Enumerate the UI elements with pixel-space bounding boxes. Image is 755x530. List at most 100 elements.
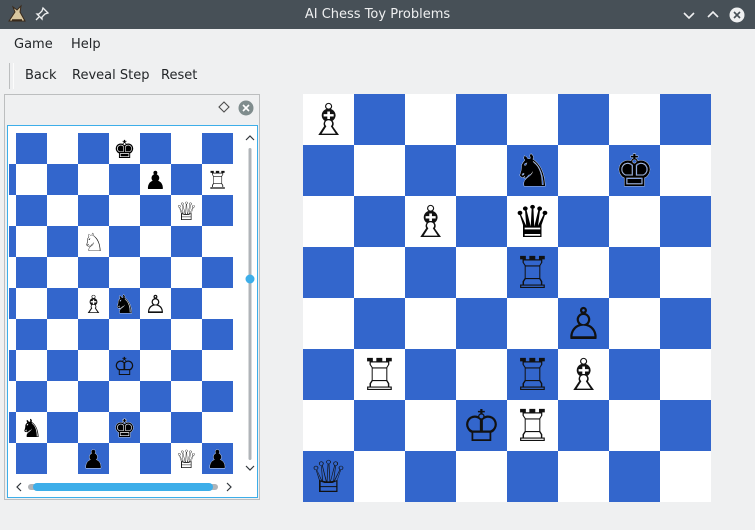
white-bishop-piece[interactable]: ♗ <box>411 197 450 248</box>
black-knight-piece[interactable]: ♞ <box>113 290 136 320</box>
black-king-piece[interactable]: ♚ <box>614 146 654 198</box>
board-square[interactable] <box>456 94 507 145</box>
board-square[interactable] <box>405 400 456 451</box>
board-square[interactable] <box>609 196 660 247</box>
white-rook-piece[interactable]: ♖ <box>9 352 12 381</box>
mini-board[interactable]: ♜ ♚ ♟ ♖ ♕ ♘ ♗ ♞ ♙ ♖ ♔ ♞ ♚ ♟ ♕ ♟ <box>9 133 233 477</box>
board-square[interactable] <box>354 298 405 349</box>
minimize-icon[interactable] <box>681 7 697 23</box>
board-square[interactable] <box>660 349 711 400</box>
back-button[interactable]: Back <box>19 60 63 92</box>
white-rook-piece[interactable]: ♖ <box>513 401 552 452</box>
menu-game[interactable]: Game <box>7 29 60 60</box>
pin-icon[interactable] <box>34 6 50 22</box>
mini-board-square <box>9 288 16 319</box>
board-square[interactable] <box>609 451 660 502</box>
board-square[interactable] <box>354 247 405 298</box>
history-view[interactable]: ♜ ♚ ♟ ♖ ♕ ♘ ♗ ♞ ♙ ♖ ♔ ♞ ♚ ♟ ♕ ♟ <box>7 125 258 498</box>
board-square[interactable] <box>303 400 354 451</box>
black-rook-piece[interactable]: ♜ <box>9 135 12 165</box>
board-square[interactable] <box>303 349 354 400</box>
board-square[interactable] <box>456 451 507 502</box>
board-square[interactable] <box>660 94 711 145</box>
white-king-piece[interactable]: ♔ <box>462 401 501 452</box>
board-square[interactable] <box>354 451 405 502</box>
white-rook-piece[interactable]: ♖ <box>360 350 399 401</box>
black-pawn-piece[interactable]: ♟ <box>82 445 105 475</box>
board-square[interactable] <box>609 94 660 145</box>
board-square[interactable] <box>660 145 711 196</box>
board-square[interactable] <box>405 349 456 400</box>
white-bishop-piece[interactable]: ♗ <box>82 290 104 319</box>
close-window-icon[interactable] <box>729 7 745 23</box>
board-square[interactable] <box>456 145 507 196</box>
board-square[interactable] <box>354 94 405 145</box>
horizontal-scrollbar[interactable] <box>8 479 243 495</box>
board-square[interactable] <box>354 196 405 247</box>
black-pawn-piece[interactable]: ♟ <box>144 166 167 196</box>
board-square[interactable] <box>456 247 507 298</box>
board-square[interactable] <box>405 94 456 145</box>
board-square[interactable] <box>660 298 711 349</box>
main-chess-board[interactable]: ♗♞ ♚♗ ♛♖♙♖ ♖ ♗♔ ♖♕ <box>303 94 711 502</box>
board-square[interactable] <box>609 349 660 400</box>
black-knight-piece[interactable]: ♞ <box>512 146 552 198</box>
board-square[interactable] <box>660 400 711 451</box>
board-square[interactable] <box>558 94 609 145</box>
white-rook-piece[interactable]: ♖ <box>513 350 552 401</box>
board-square[interactable] <box>456 196 507 247</box>
menu-help[interactable]: Help <box>64 29 108 60</box>
board-square[interactable] <box>303 298 354 349</box>
white-queen-piece[interactable]: ♕ <box>175 197 197 226</box>
white-queen-piece[interactable]: ♕ <box>309 452 348 502</box>
close-dock-icon[interactable] <box>238 100 254 116</box>
board-square[interactable] <box>558 400 609 451</box>
board-square[interactable] <box>405 298 456 349</box>
board-square[interactable] <box>303 145 354 196</box>
board-square[interactable] <box>507 298 558 349</box>
black-pawn-piece[interactable]: ♟ <box>206 445 229 475</box>
vertical-scrollbar[interactable] <box>243 126 257 478</box>
board-square[interactable] <box>354 145 405 196</box>
white-rook-piece[interactable]: ♖ <box>206 166 228 195</box>
board-square[interactable] <box>405 451 456 502</box>
board-square[interactable] <box>456 349 507 400</box>
board-square[interactable] <box>405 145 456 196</box>
app-icon[interactable] <box>6 4 28 24</box>
board-square[interactable] <box>303 196 354 247</box>
toolbar-grip[interactable] <box>9 63 14 89</box>
white-bishop-piece[interactable]: ♗ <box>564 350 603 401</box>
board-square[interactable] <box>507 451 558 502</box>
white-rook-piece[interactable]: ♖ <box>513 248 552 299</box>
board-square[interactable] <box>609 400 660 451</box>
board-square[interactable] <box>354 400 405 451</box>
reset-button[interactable]: Reset <box>155 60 203 92</box>
board-square[interactable] <box>507 94 558 145</box>
black-knight-piece[interactable]: ♞ <box>20 414 43 444</box>
board-square[interactable] <box>456 298 507 349</box>
board-square[interactable] <box>558 451 609 502</box>
board-square[interactable] <box>558 196 609 247</box>
white-pawn-piece[interactable]: ♙ <box>144 290 166 319</box>
white-queen-piece[interactable]: ♕ <box>175 445 197 474</box>
white-king-piece[interactable]: ♔ <box>113 352 135 381</box>
white-bishop-piece[interactable]: ♗ <box>309 95 348 146</box>
board-square[interactable] <box>660 451 711 502</box>
board-square[interactable] <box>609 247 660 298</box>
mini-board-square <box>140 350 171 381</box>
black-king-piece[interactable]: ♚ <box>113 414 136 444</box>
white-pawn-piece[interactable]: ♙ <box>564 299 603 350</box>
float-dock-icon[interactable] <box>218 101 230 113</box>
board-square[interactable] <box>660 247 711 298</box>
board-square[interactable] <box>558 145 609 196</box>
white-knight-piece[interactable]: ♘ <box>82 228 104 257</box>
reveal-step-button[interactable]: Reveal Step <box>66 60 155 92</box>
black-king-piece[interactable]: ♚ <box>113 135 136 165</box>
board-square[interactable] <box>405 247 456 298</box>
board-square[interactable] <box>609 298 660 349</box>
black-queen-piece[interactable]: ♛ <box>512 197 552 249</box>
board-square[interactable] <box>303 247 354 298</box>
board-square[interactable] <box>660 196 711 247</box>
board-square[interactable] <box>558 247 609 298</box>
maximize-icon[interactable] <box>705 7 721 23</box>
